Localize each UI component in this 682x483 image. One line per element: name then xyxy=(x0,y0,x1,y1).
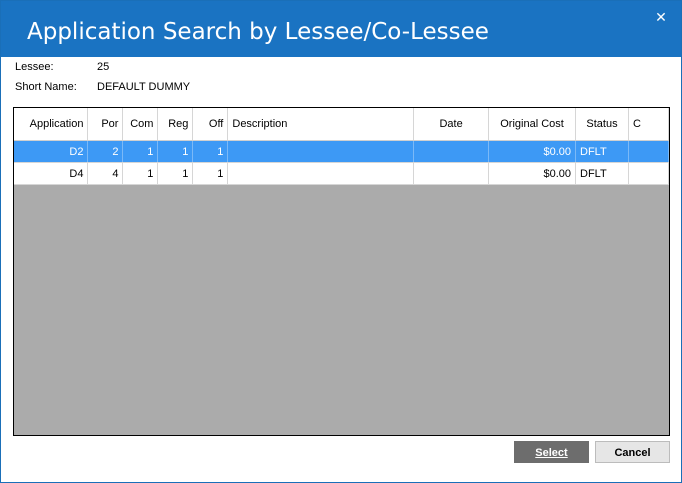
cell-original-cost: $0.00 xyxy=(488,140,576,163)
cell-original-cost: $0.00 xyxy=(488,162,576,185)
cell-c xyxy=(628,140,670,163)
cell-status: DFLT xyxy=(575,162,629,185)
cancel-button[interactable]: Cancel xyxy=(595,441,670,463)
col-header-original-cost[interactable]: Original Cost xyxy=(488,108,576,141)
dialog-window: Application Search by Lessee/Co-Lessee ✕… xyxy=(0,0,682,483)
table-row-selected[interactable]: D2 2 1 1 1 $0.00 DFLT xyxy=(14,140,670,163)
col-header-status[interactable]: Status xyxy=(575,108,629,141)
col-header-date[interactable]: Date xyxy=(413,108,490,141)
cell-date xyxy=(413,140,490,163)
col-header-c[interactable]: C xyxy=(628,108,670,141)
results-grid[interactable]: Application Por Com Reg Off Description … xyxy=(13,107,670,436)
close-icon[interactable]: ✕ xyxy=(653,9,669,25)
dialog-title: Application Search by Lessee/Co-Lessee xyxy=(27,19,489,45)
results-table: Application Por Com Reg Off Description … xyxy=(14,108,670,185)
cell-com: 1 xyxy=(122,140,159,163)
grid-header-row: Application Por Com Reg Off Description … xyxy=(14,108,670,141)
col-header-com[interactable]: Com xyxy=(122,108,159,141)
cell-com: 1 xyxy=(122,162,159,185)
lessee-label: Lessee: xyxy=(15,61,54,73)
cell-c xyxy=(628,162,670,185)
cell-off: 1 xyxy=(192,162,229,185)
col-header-off[interactable]: Off xyxy=(192,108,229,141)
short-name-label: Short Name: xyxy=(15,81,77,93)
title-bar: Application Search by Lessee/Co-Lessee ✕ xyxy=(1,1,681,57)
cell-reg: 1 xyxy=(157,162,194,185)
cell-description xyxy=(227,140,415,163)
select-button[interactable]: Select xyxy=(514,441,589,463)
col-header-application[interactable]: Application xyxy=(14,108,89,141)
lessee-value: 25 xyxy=(97,61,110,73)
cell-application: D4 xyxy=(14,162,89,185)
cell-por: 4 xyxy=(87,162,124,185)
col-header-description[interactable]: Description xyxy=(227,108,415,141)
table-row[interactable]: D4 4 1 1 1 $0.00 DFLT xyxy=(14,162,670,185)
cell-reg: 1 xyxy=(157,140,194,163)
col-header-por[interactable]: Por xyxy=(87,108,124,141)
col-header-reg[interactable]: Reg xyxy=(157,108,194,141)
short-name-value: DEFAULT DUMMY xyxy=(97,81,191,93)
cell-por: 2 xyxy=(87,140,124,163)
select-button-label: Select xyxy=(535,447,568,459)
cell-application: D2 xyxy=(14,140,89,163)
cell-date xyxy=(413,162,490,185)
cell-status: DFLT xyxy=(575,140,629,163)
cell-off: 1 xyxy=(192,140,229,163)
cell-description xyxy=(227,162,415,185)
